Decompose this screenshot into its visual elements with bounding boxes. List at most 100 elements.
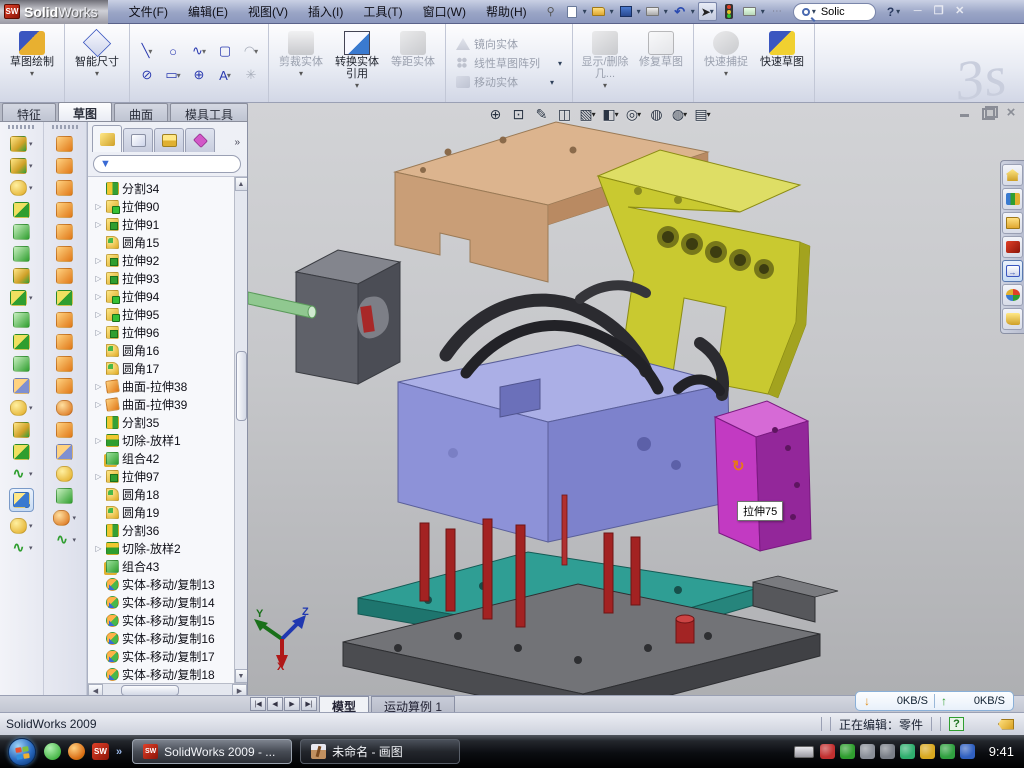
search-input[interactable] — [819, 5, 867, 19]
tree-item-拉伸94[interactable]: ▷拉伸94 — [94, 287, 234, 305]
offset-entities-button[interactable]: 等距实体 — [385, 27, 441, 99]
undo-icon[interactable]: ↶ — [671, 3, 689, 20]
tree-item-圆角17[interactable]: 圆角17 — [94, 359, 234, 377]
search-box[interactable]: ▾ — [793, 3, 876, 21]
tree-item-分割36[interactable]: 分割36 — [94, 521, 234, 539]
scroll-up-icon[interactable]: ▲ — [235, 177, 248, 191]
tree-item-拉伸93[interactable]: ▷拉伸93 — [94, 269, 234, 287]
next-tab-icon[interactable]: ▶ — [284, 697, 300, 711]
minimize-button[interactable]: ─ — [910, 5, 925, 18]
expand-arrow-icon[interactable]: ▷ — [94, 472, 103, 481]
lofted-surface-button[interactable] — [56, 202, 73, 218]
new-dropdown-icon[interactable]: ▾ — [583, 7, 587, 16]
security-green-shield-icon[interactable] — [840, 744, 855, 759]
expand-arrow-icon[interactable]: ▷ — [94, 292, 103, 301]
close-button[interactable]: ✕ — [952, 5, 967, 18]
smart-dimension-button[interactable]: 智能尺寸 ▾ — [69, 27, 125, 99]
swept-surface-button[interactable] — [56, 136, 73, 152]
tree-item-圆角16[interactable]: 圆角16 — [94, 341, 234, 359]
split-button[interactable] — [13, 334, 30, 350]
combine-button[interactable] — [13, 356, 30, 372]
tree-item-组合42[interactable]: 组合42 — [94, 449, 234, 467]
tree-item-拉伸97[interactable]: ▷拉伸97 — [94, 467, 234, 485]
task-pane-tab-solidworks-search[interactable] — [1002, 236, 1023, 258]
extruded-surface-button[interactable] — [56, 180, 73, 196]
ribbon-tab-特征[interactable]: 特征 — [2, 103, 56, 121]
browser-icon[interactable] — [68, 743, 85, 760]
quick-tips-icon[interactable]: ? — [949, 717, 964, 731]
shield-plus-icon[interactable] — [940, 744, 955, 759]
tree-item-实体-移动/复制15[interactable]: 实体-移动/复制15 — [94, 611, 234, 629]
midsurface-button[interactable] — [56, 488, 73, 504]
sketch-entity-tool-7[interactable]: ▭▾ — [160, 63, 186, 87]
convert-entities-button[interactable]: 转换实体引用 ▾ — [329, 27, 385, 99]
tree-item-实体-移动/复制14[interactable]: 实体-移动/复制14 — [94, 593, 234, 611]
tree-item-实体-移动/复制16[interactable]: 实体-移动/复制16 — [94, 629, 234, 647]
scroll-down-icon[interactable]: ▼ — [235, 669, 248, 683]
zoom-to-fit-icon[interactable]: ⊕ — [486, 105, 505, 124]
tree-item-曲面-拉伸39[interactable]: ▷曲面-拉伸39 — [94, 395, 234, 413]
menu-6[interactable]: 窗口(W) — [414, 0, 475, 23]
fillet-button[interactable]: ▾ — [10, 180, 33, 196]
revolved-surface-button[interactable] — [56, 158, 73, 174]
move-entities-button[interactable]: 移动实体 ▾ — [450, 73, 568, 91]
task-pane-tab-view-palette[interactable] — [1002, 260, 1023, 282]
lofted-boss-button[interactable] — [13, 224, 30, 240]
offset-surface-button[interactable] — [56, 290, 73, 306]
hide-show-items-icon[interactable]: ◎▾ — [624, 105, 643, 124]
sketch-button[interactable]: 草图绘制 ▾ — [4, 27, 60, 99]
apply-scene-icon[interactable]: ◍▾ — [670, 105, 689, 124]
menu-5[interactable]: 工具(T) — [354, 0, 411, 23]
messenger-icon[interactable] — [44, 743, 61, 760]
sketch-entity-tool-1[interactable]: ╲▾ — [134, 39, 160, 63]
graphics-viewport[interactable]: ↻ — [248, 103, 1024, 695]
display-style-icon[interactable]: ◧▾ — [601, 105, 620, 124]
help-icon[interactable]: ? — [887, 5, 894, 19]
reference-plane-button[interactable] — [13, 422, 30, 438]
quick-snaps-button[interactable]: 快速捕捉 ▾ — [698, 27, 754, 99]
save-icon[interactable] — [617, 3, 635, 20]
tree-item-拉伸96[interactable]: ▷拉伸96 — [94, 323, 234, 341]
tree-item-切除-放样2[interactable]: ▷切除-放样2 — [94, 539, 234, 557]
antivirus-red-shield-icon[interactable] — [820, 744, 835, 759]
tree-item-拉伸95[interactable]: ▷拉伸95 — [94, 305, 234, 323]
task-pane-tab-custom-properties[interactable] — [1002, 308, 1023, 330]
expand-arrow-icon[interactable]: ▷ — [94, 382, 103, 391]
sketch-entity-tool-4[interactable]: ▢ — [212, 39, 238, 63]
sketch-entity-tool-8[interactable]: ⊕ — [186, 63, 212, 87]
reference-point-button[interactable]: ▾ — [10, 400, 33, 416]
fillet-surface-button[interactable] — [56, 466, 73, 482]
expand-arrow-icon[interactable]: ▷ — [94, 220, 103, 229]
view-settings-icon[interactable]: ▤▾ — [693, 105, 712, 124]
shell-button[interactable] — [13, 246, 30, 262]
untrim-surface-button[interactable] — [56, 378, 73, 394]
last-tab-icon[interactable]: ▶| — [301, 697, 317, 711]
start-button[interactable] — [8, 738, 36, 766]
tab-dimxpertmanager[interactable] — [185, 128, 215, 152]
tab-propertymanager[interactable] — [123, 128, 153, 152]
task-button-2[interactable]: 未命名 - 画图 — [300, 739, 460, 764]
sketch-point-button[interactable]: ▾ — [10, 518, 33, 534]
tree-item-实体-移动/复制13[interactable]: 实体-移动/复制13 — [94, 575, 234, 593]
print-icon[interactable] — [644, 3, 662, 20]
tree-item-实体-移动/复制17[interactable]: 实体-移动/复制17 — [94, 647, 234, 665]
boundary-surface-button[interactable] — [56, 224, 73, 240]
taskbar-clock[interactable]: 9:41 — [989, 744, 1014, 759]
expand-arrow-icon[interactable]: ▷ — [94, 202, 103, 211]
expand-arrow-icon[interactable]: ▷ — [94, 400, 103, 409]
menu-3[interactable]: 视图(V) — [239, 0, 297, 23]
expand-arrow-icon[interactable]: ▷ — [94, 328, 103, 337]
tree-item-切除-放样1[interactable]: ▷切除-放样1 — [94, 431, 234, 449]
tree-item-圆角18[interactable]: 圆角18 — [94, 485, 234, 503]
zoom-to-area-icon[interactable]: ⊡ — [509, 105, 528, 124]
vertical-scroll-thumb[interactable] — [236, 351, 247, 421]
print-dropdown-icon[interactable]: ▾ — [664, 7, 668, 16]
delete-face-button[interactable] — [56, 400, 73, 416]
annotations-icon[interactable]: ⋯ — [768, 3, 786, 20]
model-3d-view[interactable]: ↻ — [248, 103, 1024, 695]
sketch-entity-tool-10[interactable]: ✳ — [238, 63, 264, 87]
expand-arrow-icon[interactable]: ▷ — [94, 436, 103, 445]
task-pane-tab-appearances-scenes[interactable] — [1002, 284, 1023, 306]
options-icon[interactable] — [741, 3, 759, 20]
mirror-entities-button[interactable]: 镜向实体 — [450, 35, 568, 53]
